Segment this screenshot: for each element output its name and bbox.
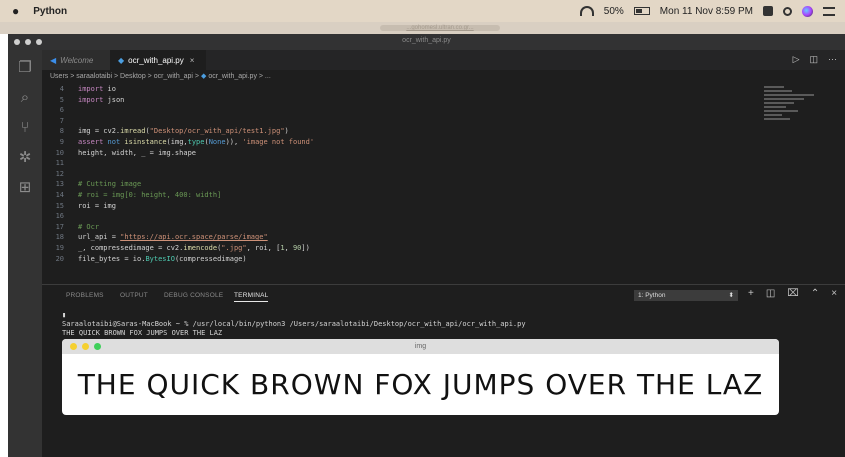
tab-label: ocr_with_api.py: [128, 55, 184, 65]
close-tab-icon[interactable]: ×: [190, 56, 195, 65]
zoom-img-window-button[interactable]: [94, 343, 101, 350]
breadcrumb-file[interactable]: ocr_with_api.py > ...: [208, 73, 270, 80]
tab-terminal[interactable]: TERMINAL: [234, 292, 269, 302]
code-line: 5 import json: [59, 95, 125, 104]
code-line: 4 import io: [59, 85, 116, 93]
ocr-image-text: THE QUICK BROWN FOX JUMPS OVER THE LAZ: [77, 368, 764, 401]
tab-label: Welcome: [60, 55, 94, 65]
code-line: 10 height, width, _ = img.shape: [55, 148, 197, 157]
minimize-img-window-button[interactable]: [82, 343, 89, 350]
battery-icon[interactable]: [633, 7, 650, 15]
more-actions-icon[interactable]: ···: [828, 54, 837, 65]
code-line: 12: [55, 169, 64, 178]
tab-ocr-with-api[interactable]: ◆ ocr_with_api.py ×: [110, 50, 206, 70]
clock[interactable]: Mon 11 Nov 8:59 PM: [660, 6, 753, 17]
panel-tabs: PROBLEMS OUTPUT DEBUG CONSOLE TERMINAL 1…: [42, 285, 845, 307]
editor-tabs: ◀ Welcome ◆ ocr_with_api.py × ▷ ◫ ···: [42, 50, 845, 70]
tab-output[interactable]: OUTPUT: [120, 292, 148, 299]
run-icon[interactable]: ▷: [793, 54, 800, 65]
terminal-cursor: ▮: [62, 311, 67, 319]
input-source-icon[interactable]: [763, 6, 773, 16]
activity-bar: ❐ ⌕ ⑂ ✲ ⊞: [8, 50, 42, 457]
code-line: 20 file_bytes = io.BytesIO(compressedimag…: [55, 254, 247, 263]
breadcrumb-path[interactable]: Users > saraalotaibi > Desktop > ocr_wit…: [50, 73, 201, 80]
code-line: 18 url_api = "https://api.ocr.space/parse…: [55, 233, 268, 242]
tab-debug-console[interactable]: DEBUG CONSOLE: [164, 292, 223, 299]
img-window-title: img: [62, 339, 779, 354]
split-editor-icon[interactable]: ◫: [809, 54, 818, 65]
trash-icon[interactable]: ⌧: [787, 288, 799, 299]
code-line: 7: [59, 116, 64, 125]
terminal-output[interactable]: ▮ Saraalotaibi@Saras-MacBook ~ % /usr/loc…: [62, 311, 526, 338]
terminal-command-line: Saraalotaibi@Saras-MacBook ~ % /usr/loca…: [62, 320, 526, 328]
search-icon[interactable]: ⌕: [16, 88, 34, 106]
chevron-up-icon[interactable]: ⌃: [811, 288, 819, 299]
img-window[interactable]: img THE QUICK BROWN FOX JUMPS OVER THE L…: [62, 339, 779, 415]
terminal-select[interactable]: 1: Python ⬍: [634, 290, 738, 301]
menu-bar: ● Python 50% Mon 11 Nov 8:59 PM: [0, 0, 845, 22]
status-area: 50% Mon 11 Nov 8:59 PM: [579, 5, 845, 17]
code-line: 17 # Ocr: [55, 222, 100, 231]
wifi-icon[interactable]: [579, 6, 594, 16]
code-line: 11: [55, 159, 64, 168]
breadcrumb: Users > saraalotaibi > Desktop > ocr_wit…: [42, 70, 742, 84]
python-icon: ◆: [118, 55, 125, 65]
background-browser: ...gohomesl.ultran.co.gr...: [0, 22, 845, 34]
browser-url-hint: ...gohomesl.ultran.co.gr...: [380, 25, 500, 31]
title-bar: ocr_with_api.py: [8, 34, 845, 50]
close-panel-icon[interactable]: ×: [831, 288, 837, 299]
code-editor[interactable]: 4 import io 5 import json 6 7 8 img = cv2.i…: [42, 84, 762, 284]
close-img-window-button[interactable]: [70, 343, 77, 350]
tab-problems[interactable]: PROBLEMS: [66, 292, 104, 299]
code-line: 13 # Cutting image: [55, 180, 142, 189]
chevron-down-icon: ⬍: [728, 292, 734, 299]
extensions-icon[interactable]: ⊞: [16, 178, 34, 196]
editor-actions: ▷ ◫ ···: [793, 54, 837, 65]
control-center-icon[interactable]: [823, 6, 835, 16]
tab-welcome[interactable]: ◀ Welcome: [42, 50, 110, 70]
new-terminal-icon[interactable]: +: [748, 288, 754, 299]
code-line: 19 _, compressedimage = cv2.imencode(".jp…: [55, 243, 310, 252]
app-name-menu[interactable]: Python: [33, 6, 67, 17]
spotlight-search-icon[interactable]: [783, 6, 792, 16]
code-line: 14 # roi = img[0: height, 400: width]: [55, 190, 222, 199]
code-line: 9 assert not isinstance(img,type(None)), …: [59, 137, 315, 146]
split-terminal-icon[interactable]: ◫: [766, 288, 775, 299]
battery-percent: 50%: [603, 5, 624, 17]
code-line: 16: [55, 212, 64, 221]
code-line: 15 roi = img: [55, 201, 116, 210]
python-icon: ◆: [200, 73, 207, 80]
window-title: ocr_with_api.py: [402, 37, 451, 44]
terminal-select-value: 1: Python: [638, 292, 666, 299]
files-icon[interactable]: ❐: [16, 58, 34, 76]
source-control-icon[interactable]: ⑂: [16, 118, 34, 136]
debug-icon[interactable]: ✲: [16, 148, 34, 166]
code-line: 8 img = cv2.imread("Desktop/ocr_with_api/…: [59, 127, 289, 136]
terminal-result-line: THE QUICK BROWN FOX JUMPS OVER THE LAZ: [62, 329, 223, 337]
siri-icon[interactable]: [802, 5, 813, 17]
code-line: 6: [59, 106, 64, 115]
vscode-icon: ◀: [50, 55, 57, 65]
panel-actions: + ◫ ⌧ ⌃ ×: [748, 288, 837, 299]
minimap[interactable]: [764, 84, 834, 144]
apple-icon[interactable]: ●: [12, 4, 19, 18]
